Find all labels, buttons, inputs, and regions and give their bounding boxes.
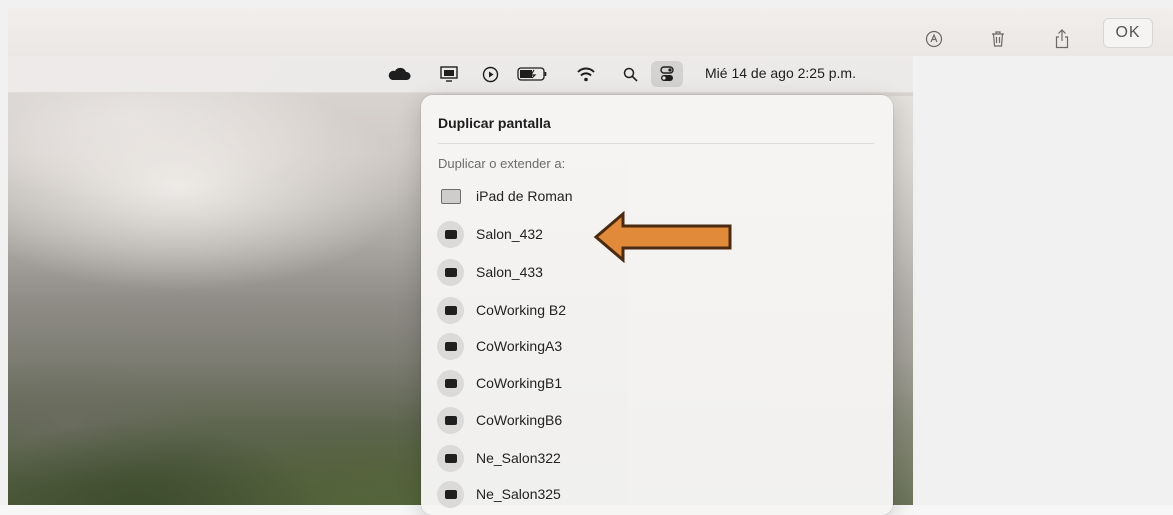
icloud-icon[interactable]	[386, 64, 412, 84]
device-item-ne-salon322[interactable]: Ne_Salon322	[431, 441, 881, 475]
viewer-toolbar: OK	[8, 8, 1173, 56]
trash-icon[interactable]	[986, 26, 1010, 52]
apple-tv-icon	[437, 480, 464, 508]
battery-icon[interactable]	[516, 64, 550, 84]
panel-divider	[438, 143, 874, 144]
device-label: Salon_433	[476, 264, 543, 280]
device-label: Ne_Salon322	[476, 450, 561, 466]
control-center-icon[interactable]	[656, 64, 678, 84]
ipad-icon	[437, 183, 464, 210]
panel-subtitle: Duplicar o extender a:	[438, 156, 566, 171]
share-icon[interactable]	[1050, 26, 1074, 52]
apple-tv-icon	[437, 220, 464, 248]
screenshot-frame: OK Mié 14 de ago 2:25 p.m. Duplicar pant…	[0, 0, 1173, 515]
annotation-arrow-icon	[593, 211, 732, 263]
device-item-ne-salon325[interactable]: Ne_Salon325	[431, 477, 881, 511]
menubar-clock[interactable]: Mié 14 de ago 2:25 p.m.	[705, 65, 856, 85]
device-label: CoWorkingB6	[476, 412, 563, 428]
device-label: CoWorkingB1	[476, 375, 563, 391]
apple-tv-icon	[437, 406, 464, 434]
device-item-coworkinga3[interactable]: CoWorkingA3	[431, 329, 881, 363]
ok-button[interactable]: OK	[1103, 18, 1153, 48]
device-label: CoWorking B2	[476, 302, 567, 318]
device-label: iPad de Roman	[476, 188, 573, 204]
panel-title: Duplicar pantalla	[438, 115, 551, 131]
apple-tv-icon	[437, 444, 464, 472]
apple-tv-icon	[437, 296, 464, 324]
search-icon[interactable]	[620, 64, 640, 84]
screen-mirroring-icon[interactable]	[439, 64, 459, 84]
play-circle-icon[interactable]	[480, 64, 500, 84]
apple-tv-icon	[437, 332, 464, 360]
device-label: Salon_432	[476, 226, 543, 242]
device-item-coworkingb1[interactable]: CoWorkingB1	[431, 366, 881, 400]
device-label: Ne_Salon325	[476, 486, 561, 502]
markup-pen-icon[interactable]	[922, 26, 946, 52]
device-item-coworking-b2[interactable]: CoWorking B2	[431, 293, 881, 327]
device-label: CoWorkingA3	[476, 338, 563, 354]
apple-tv-icon	[437, 258, 464, 286]
menu-bar: Mié 14 de ago 2:25 p.m.	[8, 56, 913, 93]
device-item-coworkingb6[interactable]: CoWorkingB6	[431, 403, 881, 437]
wifi-icon[interactable]	[574, 64, 598, 84]
device-item-ipad-de-roman[interactable]: iPad de Roman	[431, 179, 881, 213]
apple-tv-icon	[437, 369, 464, 397]
screen-mirroring-panel: Duplicar pantalla Duplicar o extender a:…	[421, 95, 893, 515]
